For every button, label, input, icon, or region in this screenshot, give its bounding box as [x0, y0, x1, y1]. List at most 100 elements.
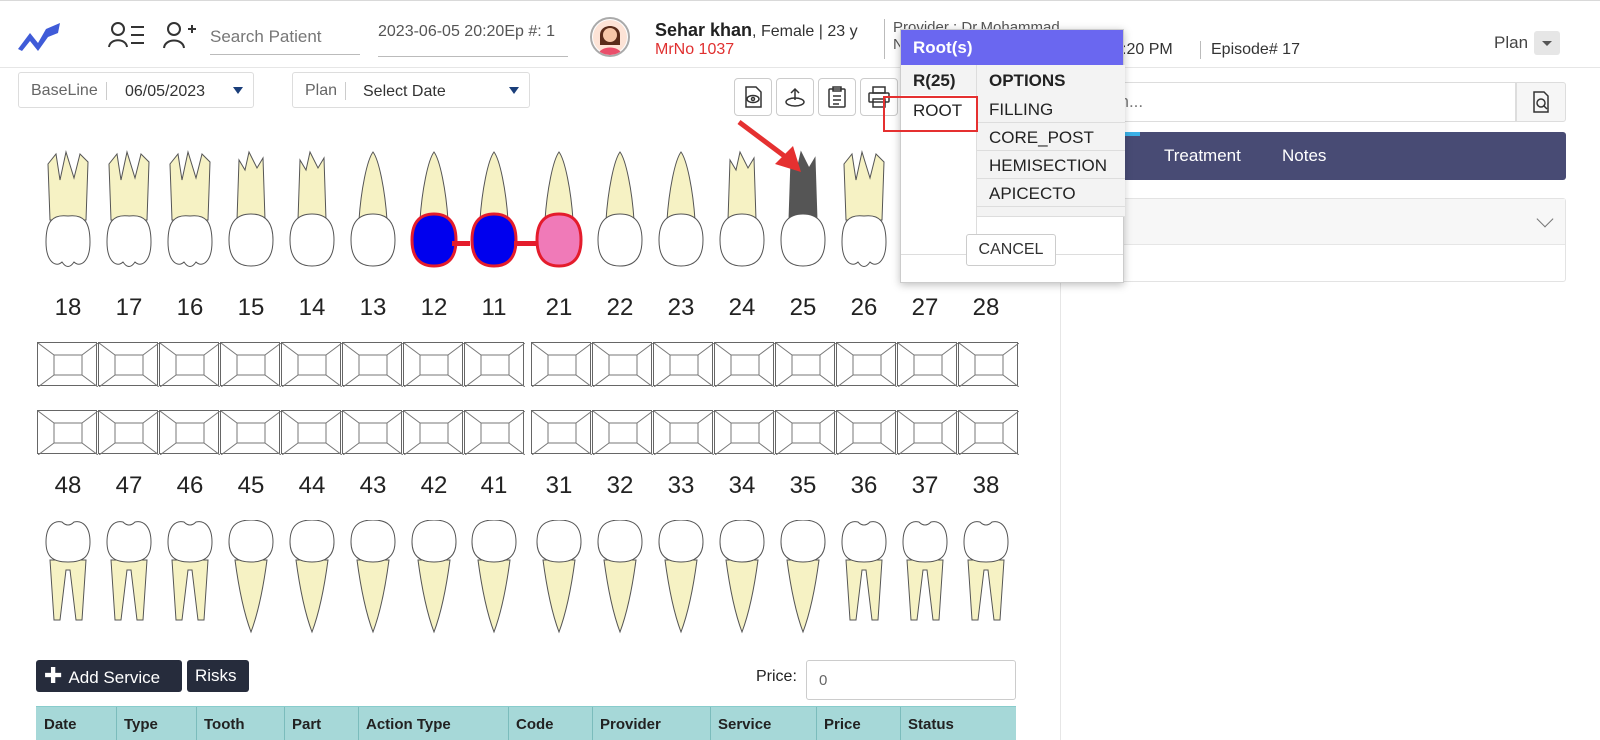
upper-surface-14[interactable] — [281, 342, 343, 388]
lower-tooth-number-33[interactable]: 33 — [661, 472, 701, 500]
lower-tooth-38[interactable] — [960, 520, 1012, 643]
option-filling[interactable]: FILLING — [977, 95, 1125, 123]
add-service-button[interactable]: ✚ Add Service — [36, 660, 182, 692]
cancel-button[interactable]: CANCEL — [966, 234, 1056, 266]
upper-surface-23[interactable] — [653, 342, 715, 388]
column-header-price[interactable]: Price — [824, 716, 861, 733]
upper-surface-12[interactable] — [403, 342, 465, 388]
upper-tooth-number-15[interactable]: 15 — [231, 294, 271, 322]
app-logo-icon[interactable] — [16, 19, 62, 58]
lower-tooth-number-43[interactable]: 43 — [353, 472, 393, 500]
upper-tooth-16[interactable] — [164, 150, 216, 277]
upper-tooth-number-14[interactable]: 14 — [292, 294, 332, 322]
column-header-provider[interactable]: Provider — [600, 716, 661, 733]
lower-tooth-48[interactable] — [42, 520, 94, 643]
search-patient-input[interactable] — [210, 19, 360, 55]
column-header-type[interactable]: Type — [124, 716, 158, 733]
lower-surface-36[interactable] — [836, 410, 898, 456]
lower-tooth-number-44[interactable]: 44 — [292, 472, 332, 500]
upper-surface-25[interactable] — [775, 342, 837, 388]
upper-tooth-number-17[interactable]: 17 — [109, 294, 149, 322]
column-header-part[interactable]: Part — [292, 716, 321, 733]
upper-tooth-22[interactable] — [594, 150, 646, 277]
lower-tooth-34[interactable] — [716, 519, 768, 643]
add-patient-icon[interactable] — [162, 21, 198, 54]
lower-tooth-33[interactable] — [655, 519, 707, 643]
lower-surface-35[interactable] — [775, 410, 837, 456]
lower-surface-42[interactable] — [403, 410, 465, 456]
upper-tooth-number-21[interactable]: 21 — [539, 294, 579, 322]
column-header-status[interactable]: Status — [908, 716, 954, 733]
plan-date-select[interactable]: Plan Select Date — [292, 72, 530, 108]
lower-tooth-36[interactable] — [838, 520, 890, 643]
upper-tooth-number-23[interactable]: 23 — [661, 294, 701, 322]
right-search-input[interactable] — [1080, 82, 1516, 122]
upper-surface-26[interactable] — [836, 342, 898, 388]
upper-tooth-number-13[interactable]: 13 — [353, 294, 393, 322]
lower-tooth-number-32[interactable]: 32 — [600, 472, 640, 500]
column-header-action-type[interactable]: Action Type — [366, 716, 451, 733]
lower-surface-34[interactable] — [714, 410, 776, 456]
upper-tooth-26[interactable] — [838, 150, 890, 277]
lower-tooth-number-45[interactable]: 45 — [231, 472, 271, 500]
upper-tooth-number-18[interactable]: 18 — [48, 294, 88, 322]
upper-tooth-15[interactable] — [225, 150, 277, 277]
upper-surface-28[interactable] — [958, 342, 1020, 388]
lower-tooth-46[interactable] — [164, 520, 216, 643]
lower-tooth-47[interactable] — [103, 520, 155, 643]
risks-button[interactable]: Risks — [187, 660, 249, 692]
lower-tooth-number-31[interactable]: 31 — [539, 472, 579, 500]
lower-tooth-number-41[interactable]: 41 — [474, 472, 514, 500]
upper-surface-24[interactable] — [714, 342, 776, 388]
baseline-select[interactable]: BaseLine 06/05/2023 — [18, 72, 254, 108]
lower-tooth-41[interactable] — [468, 519, 520, 643]
upload-button[interactable] — [776, 78, 814, 116]
lower-tooth-number-48[interactable]: 48 — [48, 472, 88, 500]
lower-tooth-number-34[interactable]: 34 — [722, 472, 762, 500]
upper-surface-16[interactable] — [159, 342, 221, 388]
plan-dropdown-button[interactable] — [1534, 31, 1560, 55]
lower-tooth-43[interactable] — [347, 519, 399, 643]
upper-tooth-18[interactable] — [42, 150, 94, 277]
upper-surface-22[interactable] — [592, 342, 654, 388]
upper-tooth-number-24[interactable]: 24 — [722, 294, 762, 322]
upper-tooth-number-22[interactable]: 22 — [600, 294, 640, 322]
lower-surface-32[interactable] — [592, 410, 654, 456]
lower-tooth-number-36[interactable]: 36 — [844, 472, 884, 500]
view-chart-button[interactable] — [734, 78, 772, 116]
column-header-service[interactable]: Service — [718, 716, 771, 733]
lower-tooth-number-38[interactable]: 38 — [966, 472, 1006, 500]
lower-tooth-number-47[interactable]: 47 — [109, 472, 149, 500]
lower-surface-47[interactable] — [98, 410, 160, 456]
lower-tooth-37[interactable] — [899, 520, 951, 643]
upper-tooth-number-28[interactable]: 28 — [966, 294, 1006, 322]
lower-surface-33[interactable] — [653, 410, 715, 456]
price-input[interactable] — [806, 660, 1016, 700]
lower-tooth-number-35[interactable]: 35 — [783, 472, 823, 500]
upper-surface-13[interactable] — [342, 342, 404, 388]
upper-tooth-number-26[interactable]: 26 — [844, 294, 884, 322]
column-header-code[interactable]: Code — [516, 716, 554, 733]
lower-tooth-number-42[interactable]: 42 — [414, 472, 454, 500]
lower-surface-41[interactable] — [464, 410, 526, 456]
option-core-post[interactable]: CORE_POST — [977, 123, 1125, 151]
option-apicecto[interactable]: APICECTO — [977, 179, 1125, 207]
upper-tooth-number-27[interactable]: 27 — [905, 294, 945, 322]
lower-surface-45[interactable] — [220, 410, 282, 456]
upper-tooth-number-16[interactable]: 16 — [170, 294, 210, 322]
lower-surface-44[interactable] — [281, 410, 343, 456]
upper-tooth-number-25[interactable]: 25 — [783, 294, 823, 322]
lower-tooth-31[interactable] — [533, 519, 585, 643]
upper-surface-27[interactable] — [897, 342, 959, 388]
lower-tooth-32[interactable] — [594, 519, 646, 643]
upper-tooth-21[interactable] — [533, 150, 585, 277]
lower-tooth-35[interactable] — [777, 519, 829, 643]
tab-treatment[interactable]: Treatment — [1164, 146, 1241, 166]
lower-tooth-45[interactable] — [225, 519, 277, 643]
upper-tooth-17[interactable] — [103, 150, 155, 277]
lower-surface-38[interactable] — [958, 410, 1020, 456]
upper-tooth-23[interactable] — [655, 150, 707, 277]
avatar[interactable] — [590, 17, 630, 57]
lower-surface-31[interactable] — [531, 410, 593, 456]
lower-tooth-42[interactable] — [408, 519, 460, 643]
